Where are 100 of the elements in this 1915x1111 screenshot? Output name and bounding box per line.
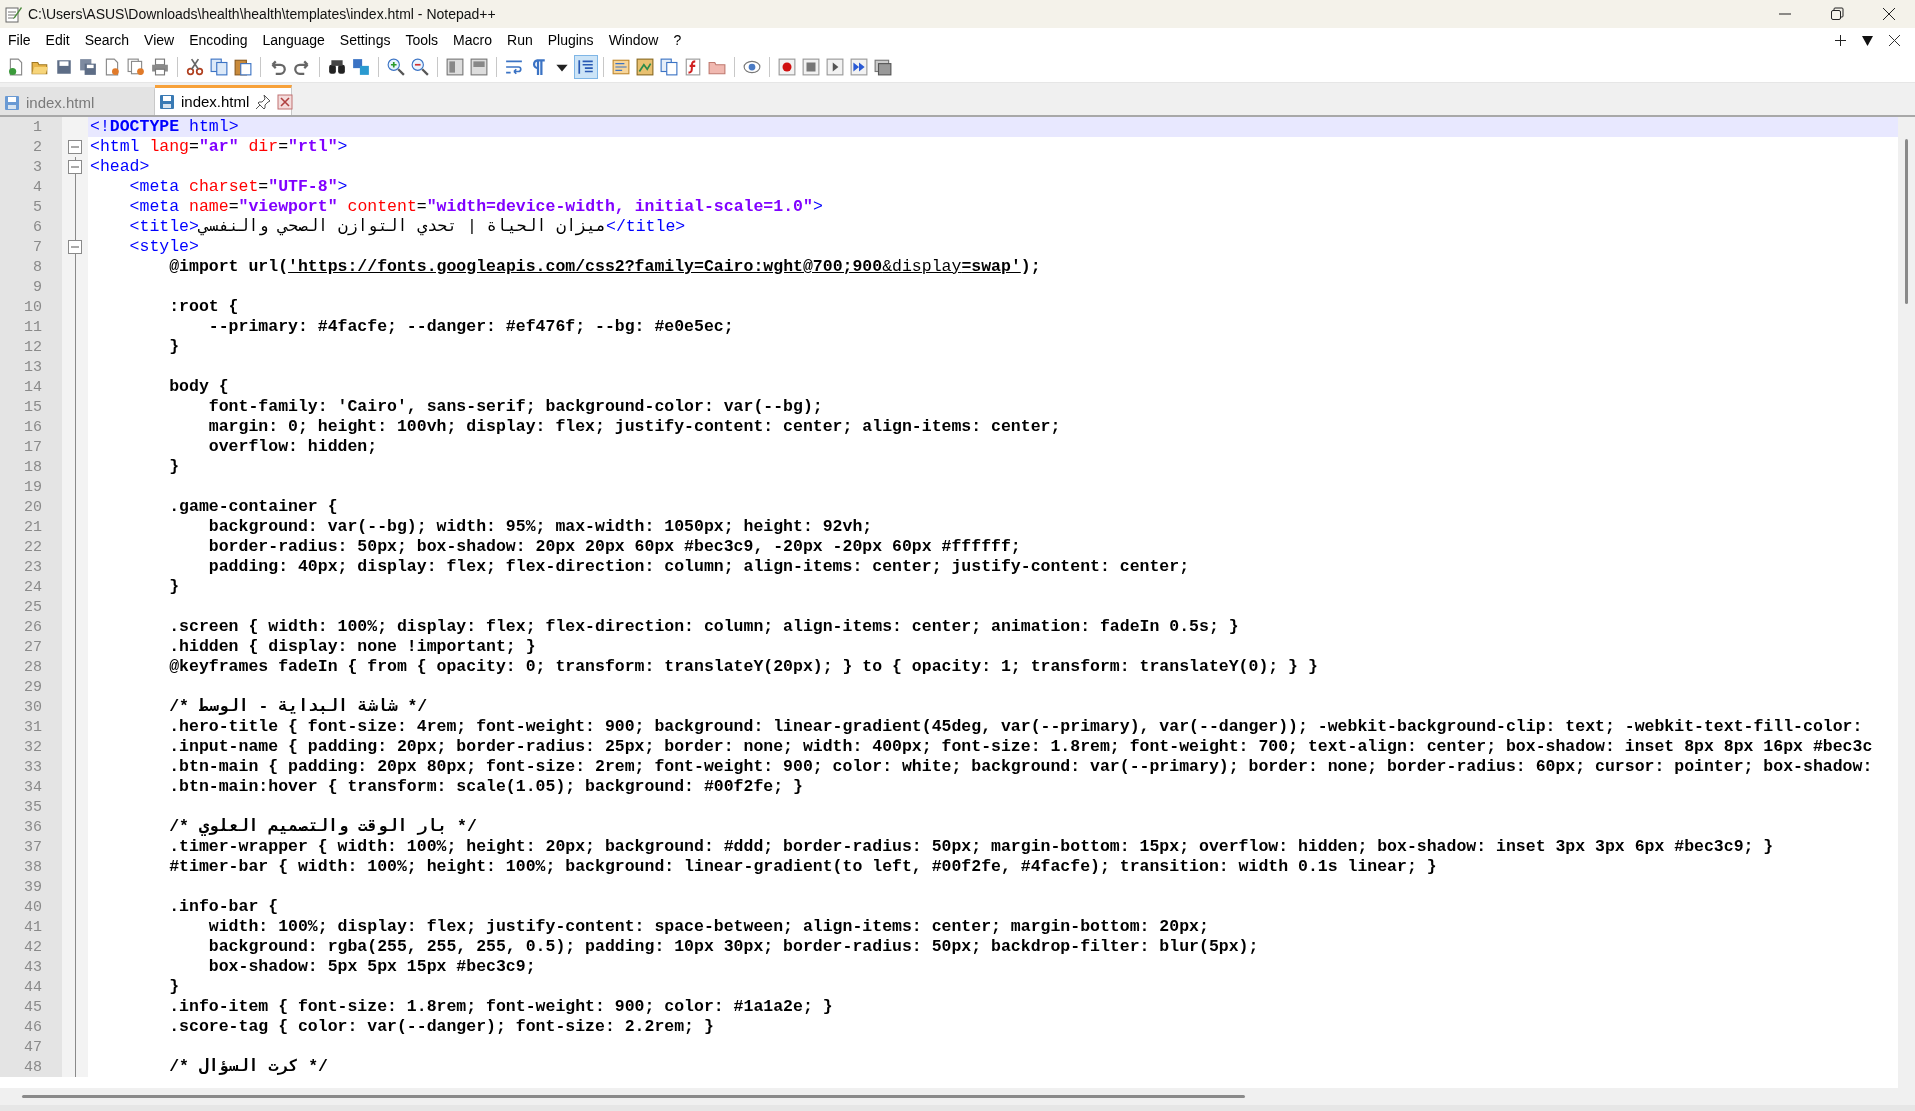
code-line: } (168, 337, 180, 357)
line-number: 25 (24, 598, 42, 616)
line-number: 16 (24, 418, 42, 436)
code-line: background: var(--bg); width: 95%; max-width: 1050px; height: 92vh; (207, 517, 873, 537)
code-line: @keyframes fadeIn { from { opacity: 0; transform: translateY(20px); } to { opacity: 1; transform: translateY(0); } } (168, 657, 1318, 677)
line-number: 3 (33, 158, 42, 176)
notepad-icon (4, 5, 22, 23)
code-line: /* شاشة البداية - الوسط */ (168, 697, 428, 717)
map-icon[interactable] (634, 56, 656, 78)
cut-icon[interactable] (184, 56, 206, 78)
code-line: /* كرت السؤال */ (168, 1057, 328, 1077)
menu-item[interactable]: Edit (39, 32, 76, 48)
line-number: 33 (24, 758, 42, 776)
line-number: 26 (24, 618, 42, 636)
code-line: <head> (90, 157, 150, 177)
menu-item[interactable]: Window (602, 32, 665, 48)
close-icon[interactable] (1888, 33, 1901, 47)
doc-list-icon[interactable] (658, 56, 680, 78)
line-number: 14 (24, 378, 42, 396)
fold-margin-cell[interactable] (62, 157, 88, 177)
menu-item[interactable]: View (138, 32, 181, 48)
close-all-icon[interactable] (125, 56, 147, 78)
fast-forward-icon[interactable] (848, 56, 870, 78)
save-all-icon[interactable] (77, 56, 99, 78)
file-tab[interactable]: index.html (155, 85, 292, 115)
code-line: <meta charset="UTF-8"> (128, 177, 348, 197)
menu-item[interactable]: Language (256, 32, 331, 48)
code-line: box-shadow: 5px 5px 15px #bec3c9; (207, 957, 536, 977)
line-number: 1 (33, 118, 42, 136)
menu-item[interactable]: Tools (399, 32, 445, 48)
code-line: .hidden { display: none !important; } (168, 637, 536, 657)
fold-margin-cell[interactable] (62, 137, 88, 157)
line-number: 18 (24, 458, 42, 476)
line-number: 22 (24, 538, 42, 556)
line-number: 2 (33, 138, 42, 156)
triangle-down-icon[interactable] (1861, 33, 1874, 47)
fold-margin-cell[interactable] (62, 237, 88, 257)
code-line: .score-tag { color: var(--danger); font-size: 2.2rem; } (168, 1017, 714, 1037)
menu-item[interactable]: Settings (333, 32, 397, 48)
line-number: 11 (24, 318, 42, 336)
code-line: .game-container { (168, 497, 338, 517)
code-line: } (168, 457, 180, 477)
indent-guide-icon[interactable] (575, 56, 597, 78)
line-number: 17 (24, 438, 42, 456)
line-number: 15 (24, 398, 42, 416)
line-number: 48 (24, 1058, 42, 1076)
code-line: .screen { width: 100%; display: flex; flex-direction: column; align-items: center; animation: fadeIn 0.5s; } (168, 617, 1239, 637)
record-icon[interactable] (776, 56, 798, 78)
zoom-out-icon[interactable] (409, 56, 431, 78)
line-number: 4 (33, 178, 42, 196)
line-number: 30 (24, 698, 42, 716)
window-title: C:\Users\ASUS\Downloads\health\health\templates\index.html - Notepad++ (28, 6, 497, 22)
sync-horizontal-icon[interactable] (468, 56, 490, 78)
line-number: 21 (24, 518, 42, 536)
menu-item[interactable]: Search (78, 32, 136, 48)
code-line: .timer-wrapper { width: 100%; height: 20px; background: #ddd; border-radius: 50px; margin-bottom: 15px; overflow: hidden; box-shadow: inset 3px 3px 6px #bec3c9; } (168, 837, 1774, 857)
code-line: border-radius: 50px; box-shadow: 20px 20px 60px #bec3c9, -20px -20px 60px #ffffff; (207, 537, 1021, 557)
code-line: .btn-main { padding: 20px 80px; font-size: 2rem; font-weight: 900; color: white; background: var(--primary); border: none; border-radius: 60px; cursor: pointer; box-shadow: (168, 757, 1873, 777)
tab-label: index.html (26, 94, 96, 111)
line-number: 9 (33, 278, 42, 296)
code-line: <style> (128, 237, 199, 257)
code-line: --primary: #4facfe; --danger: #ef476f; --bg: #e0e5ec; (207, 317, 734, 337)
line-number: 45 (24, 998, 42, 1016)
line-number: 34 (24, 778, 42, 796)
sync-vertical-icon[interactable] (444, 56, 466, 78)
menu-item[interactable]: Plugins (541, 32, 600, 48)
line-number: 28 (24, 658, 42, 676)
menu-item[interactable]: Encoding (183, 32, 254, 48)
code-line: <!DOCTYPE html> (90, 117, 239, 137)
line-number: 23 (24, 558, 42, 576)
line-number: 47 (24, 1038, 42, 1056)
vertical-scrollbar[interactable] (1898, 117, 1915, 1088)
stop-icon[interactable] (800, 56, 822, 78)
code-line: body { (168, 377, 229, 397)
print-icon[interactable] (149, 56, 171, 78)
line-number: 40 (24, 898, 42, 916)
code-line: @import url('https://fonts.googleapis.com/css2?family=Cairo:wght@700;900&display=swap'); (168, 257, 1041, 277)
menu-item[interactable]: File (2, 32, 37, 48)
line-number: 6 (33, 218, 42, 236)
code-line: .info-bar { (168, 897, 279, 917)
code-line: } (168, 977, 180, 997)
code-line: /* بار الوقت والتصميم العلوي */ (168, 817, 477, 837)
menu-item[interactable]: Macro (447, 32, 498, 48)
line-number: 43 (24, 958, 42, 976)
code-line: font-family: 'Cairo', sans-serif; background-color: var(--bg); (207, 397, 823, 417)
line-number: 32 (24, 738, 42, 756)
copy-icon[interactable] (208, 56, 230, 78)
restore-icon[interactable] (1830, 7, 1844, 21)
menu-item[interactable]: Run (501, 32, 539, 48)
code-line: .info-item { font-size: 1.8rem; font-weight: 900; color: #1a1a2e; } (168, 997, 833, 1017)
line-number: 39 (24, 878, 42, 896)
plus-icon[interactable] (1834, 33, 1847, 47)
code-line: #timer-bar { width: 100%; height: 100%; background: linear-gradient(to left, #00f2fe, #4facfe); transition: width 0.1s linear; } (168, 857, 1437, 877)
line-number: 36 (24, 818, 42, 836)
play-icon[interactable] (824, 56, 846, 78)
pin-icon[interactable] (255, 93, 272, 110)
close-icon[interactable] (1882, 7, 1896, 21)
zoom-in-icon[interactable] (385, 56, 407, 78)
menu-item[interactable]: ? (667, 32, 688, 48)
line-number: 20 (24, 498, 42, 516)
